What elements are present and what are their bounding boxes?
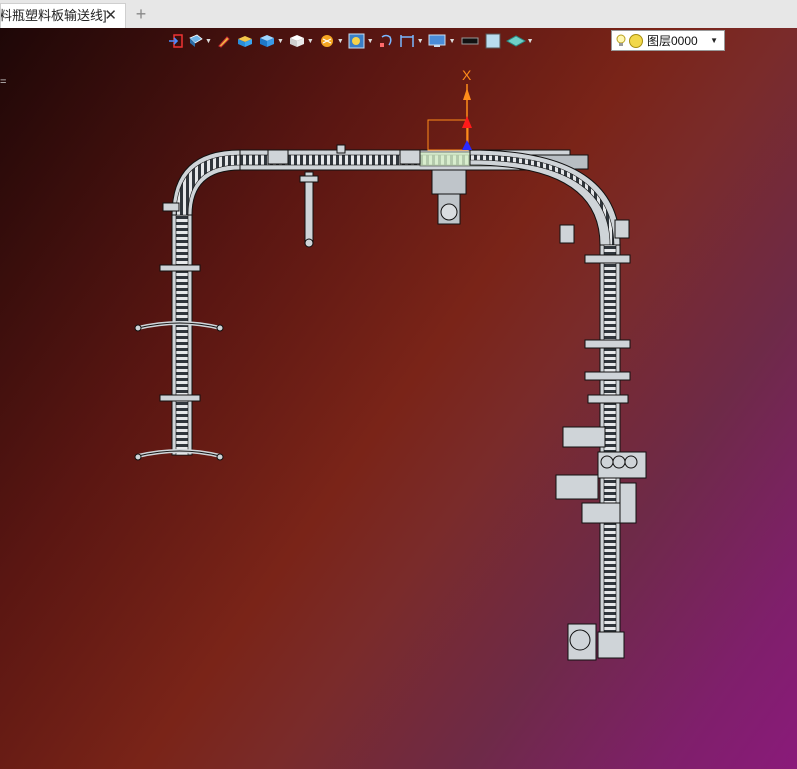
tab-bar: 料瓶塑料板输送线] ✕ + bbox=[0, 0, 797, 29]
exit-icon bbox=[169, 34, 183, 48]
view-icon bbox=[189, 34, 203, 47]
view-toolbar: ▼ ▼ ▼ ▼ ▼ ▼ ▼ ▼ bbox=[168, 30, 538, 52]
right-conveyor bbox=[599, 244, 621, 656]
conveyor-model: X bbox=[134, 67, 647, 661]
chevron-down-icon: ▼ bbox=[710, 36, 718, 45]
left-conveyor bbox=[171, 214, 193, 456]
display-button[interactable]: ▼ bbox=[428, 31, 456, 51]
layer-dropdown[interactable]: 图层0000 ▼ bbox=[611, 30, 725, 51]
monitor-icon bbox=[428, 34, 446, 47]
exit-button[interactable] bbox=[168, 31, 184, 51]
blue-cube-icon bbox=[259, 35, 274, 47]
axis-x-label: X bbox=[462, 67, 472, 83]
layer-color-icon bbox=[629, 33, 643, 48]
sketch-button[interactable] bbox=[216, 31, 232, 51]
light-blue-square-icon bbox=[485, 33, 501, 49]
cube-button[interactable]: ▼ bbox=[258, 31, 284, 51]
zoom-frame-icon bbox=[348, 33, 365, 49]
close-icon[interactable]: ✕ bbox=[104, 4, 117, 28]
side-text: = bbox=[0, 76, 7, 88]
layer-name: 图层0000 bbox=[647, 34, 698, 48]
white-cube-icon bbox=[289, 35, 304, 47]
new-tab-button[interactable]: + bbox=[133, 3, 149, 25]
axis-gizmo[interactable]: X bbox=[427, 67, 472, 151]
pencil-icon bbox=[218, 36, 230, 48]
lightbulb-icon bbox=[616, 34, 626, 46]
snap-button[interactable] bbox=[378, 31, 394, 51]
background-button[interactable] bbox=[460, 31, 480, 51]
dimension-icon bbox=[399, 35, 414, 47]
3d-viewport[interactable]: X = bbox=[0, 28, 797, 769]
document-tab[interactable]: 料瓶塑料板输送线] ✕ bbox=[0, 3, 126, 28]
render-icon bbox=[320, 35, 333, 47]
zoom-button[interactable]: ▼ bbox=[348, 31, 374, 51]
drive-unit bbox=[431, 169, 467, 225]
color-button[interactable] bbox=[484, 31, 502, 51]
layer-manager-button[interactable]: ▼ bbox=[505, 31, 534, 51]
black-rect-icon bbox=[461, 37, 479, 45]
solid-button[interactable] bbox=[236, 31, 254, 51]
dimension-button[interactable]: ▼ bbox=[398, 31, 424, 51]
view-button[interactable]: ▼ bbox=[188, 31, 212, 51]
tab-title: 料瓶塑料板输送线] bbox=[0, 8, 107, 23]
render-button[interactable]: ▼ bbox=[318, 31, 344, 51]
snap-icon bbox=[379, 34, 392, 47]
layer-plane-icon bbox=[505, 35, 526, 47]
view-cube-button[interactable]: ▼ bbox=[288, 31, 314, 51]
solid-box-icon bbox=[237, 36, 252, 47]
